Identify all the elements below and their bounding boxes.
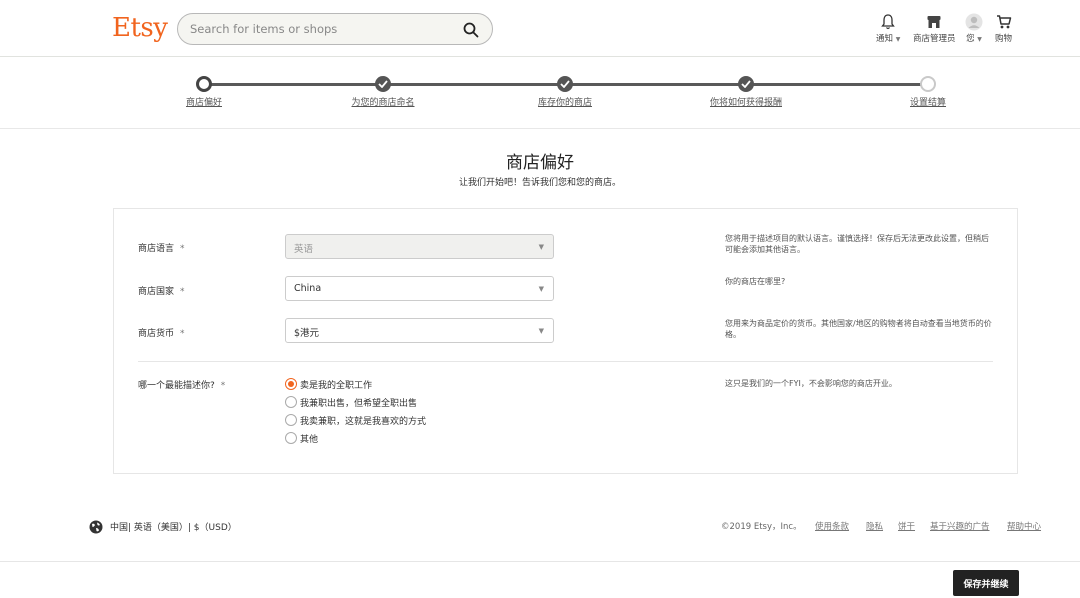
locale-settings[interactable]: 中国| 英语（美国）| $（USD） (110, 520, 237, 533)
currency-help: 您用来为商品定价的货币。其他国家/地区的购物者将自动查看当地货币的价格。 (725, 319, 992, 339)
shop-icon (913, 13, 956, 31)
footer-link-interest-ads[interactable]: 基于兴趣的广告 (930, 520, 990, 532)
account-label: 您 (966, 34, 975, 44)
copyright: ©2019 Etsy，Inc。 (721, 522, 802, 532)
cart-label: 购物 (995, 34, 1013, 44)
footer: 中国| 英语（美国）| $（USD） ©2019 Etsy，Inc。 使用条款 … (0, 505, 1080, 545)
step-label-get-paid[interactable]: 你将如何获得报酬 (710, 95, 782, 108)
notifications-nav[interactable]: 通知 ▼ (876, 13, 900, 44)
form-divider (138, 361, 993, 362)
step-label-name-shop[interactable]: 为您的商店命名 (351, 95, 414, 108)
step-marker-done (738, 76, 754, 92)
step-marker-done (557, 76, 573, 92)
language-help: 您将用于描述项目的默认语言。谨慎选择！保存后无法更改此设置，但稍后可能会添加其他… (725, 234, 989, 254)
language-value: 英语 (294, 244, 314, 255)
top-header: Etsy 通知 ▼ 商店管理员 您 ▼ 购物 (0, 0, 1080, 57)
radio-label: 我卖兼职，这就是我喜欢的方式 (300, 417, 427, 427)
save-continue-button[interactable]: 保存并继续 (953, 570, 1019, 596)
required-mark: * (220, 381, 226, 391)
radio-label: 我兼职出售，但希望全职出售 (300, 399, 418, 409)
cart-icon (995, 13, 1012, 31)
cart-nav[interactable]: 购物 (995, 13, 1012, 44)
etsy-logo[interactable]: Etsy (112, 13, 168, 43)
radio-label: 其他 (300, 435, 319, 445)
radio-button[interactable] (285, 396, 297, 408)
page-subtitle: 让我们开始吧！告诉我们您和您的商店。 (458, 178, 621, 188)
account-nav[interactable]: 您 ▼ (965, 13, 983, 44)
required-mark: * (180, 244, 185, 254)
currency-select[interactable]: $港元 ▼ (285, 318, 554, 343)
step-marker-done (375, 76, 391, 92)
step-marker-current (196, 76, 212, 92)
describe-label: 哪一个最能描述你? * (138, 381, 226, 391)
step-label-shop-preferences[interactable]: 商店偏好 (186, 95, 222, 108)
language-label: 商店语言 * (138, 244, 185, 254)
progress-stepper: 商店偏好 为您的商店命名 库存你的商店 你将如何获得报酬 设置结算 (0, 57, 1080, 129)
radio-button[interactable] (285, 414, 297, 426)
footer-link-terms[interactable]: 使用条款 (815, 520, 849, 532)
shop-manager-nav[interactable]: 商店管理员 (913, 13, 956, 44)
avatar (965, 13, 983, 31)
bottom-action-bar: 保存并继续 (0, 561, 1080, 598)
country-select[interactable]: China ▼ (285, 276, 554, 301)
required-mark: * (180, 287, 185, 297)
chevron-down-icon: ▼ (895, 36, 901, 43)
globe-icon (89, 519, 103, 538)
shop-manager-label: 商店管理员 (913, 34, 956, 44)
search-icon[interactable] (462, 21, 480, 39)
step-label-stock-shop[interactable]: 库存你的商店 (538, 95, 592, 108)
notifications-label: 通知 (876, 34, 894, 44)
footer-link-privacy[interactable]: 隐私 (866, 520, 883, 532)
page-title: 商店偏好 (506, 153, 574, 173)
step-label-billing[interactable]: 设置结算 (910, 95, 946, 108)
radio-button[interactable] (285, 432, 297, 444)
required-mark: * (180, 329, 185, 339)
search-input[interactable] (190, 20, 450, 38)
language-select: 英语 ▼ (285, 234, 554, 259)
step-marker-future (920, 76, 936, 92)
radio-label: 卖是我的全职工作 (300, 381, 373, 391)
describe-help: 这只是我们的一个FYI，不会影响您的商店开业。 (725, 379, 897, 388)
chevron-down-icon: ▼ (538, 243, 544, 251)
country-label: 商店国家 * (138, 287, 185, 297)
search-bar (177, 13, 493, 45)
chevron-down-icon: ▼ (977, 36, 982, 43)
footer-link-cookies[interactable]: 饼干 (898, 520, 915, 532)
chevron-down-icon: ▼ (538, 285, 544, 293)
country-value: China (294, 283, 322, 294)
currency-label: 商店货币 * (138, 329, 185, 339)
currency-value: $港元 (294, 328, 320, 339)
bell-icon (876, 13, 900, 31)
radio-button[interactable] (285, 378, 297, 390)
country-help: 你的商店在哪里? (725, 277, 786, 286)
chevron-down-icon: ▼ (538, 327, 544, 335)
footer-link-help[interactable]: 帮助中心 (1007, 520, 1041, 532)
preferences-form: 商店语言 * 英语 ▼ 您将用于描述项目的默认语言。谨慎选择！保存后无法更改此设置… (113, 208, 1018, 474)
